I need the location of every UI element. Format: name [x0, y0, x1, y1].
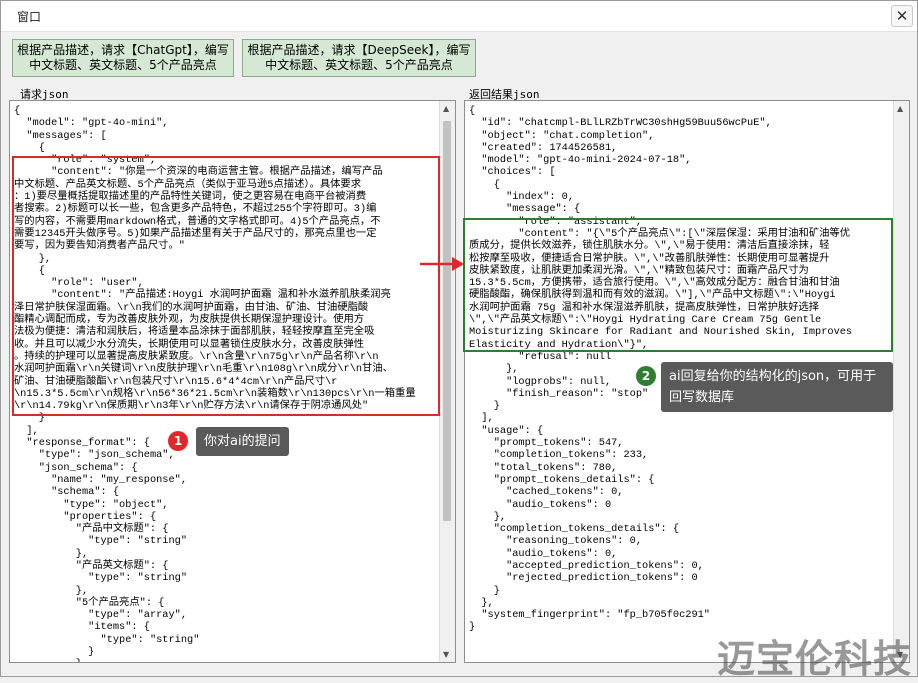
request-scroll-thumb[interactable]: [443, 121, 451, 521]
scroll-up-arrow-icon[interactable]: ▲: [897, 104, 903, 113]
response-scrollbar[interactable]: ▲ ▼: [893, 101, 909, 662]
close-icon[interactable]: ✕: [891, 5, 913, 27]
answer-callout: ai回复给你的结构化的json，可用于回写数据库: [661, 362, 893, 412]
request-highlight-box: [12, 156, 440, 416]
window-title: 窗口: [17, 10, 42, 24]
scroll-down-arrow-icon[interactable]: ▼: [443, 650, 449, 659]
response-highlight-box: [463, 218, 893, 352]
question-callout: 你对ai的提问: [196, 427, 289, 456]
title-bar: 窗口 ✕: [1, 1, 917, 32]
step-1-badge: 1: [168, 431, 188, 451]
chatgpt-request-button[interactable]: 根据产品描述，请求【ChatGpt】，编写中文标题、英文标题、5个产品亮点: [12, 39, 234, 77]
deepseek-request-button[interactable]: 根据产品描述，请求【DeepSeek】，编写中文标题、英文标题、5个产品亮点: [242, 39, 476, 77]
arrow-right-icon: [420, 257, 464, 271]
watermark-logo: 迈宝伦科技: [716, 637, 912, 681]
scroll-up-arrow-icon[interactable]: ▲: [443, 104, 449, 113]
request-scrollbar[interactable]: ▲ ▼: [439, 101, 455, 662]
step-2-badge: 2: [636, 366, 656, 386]
